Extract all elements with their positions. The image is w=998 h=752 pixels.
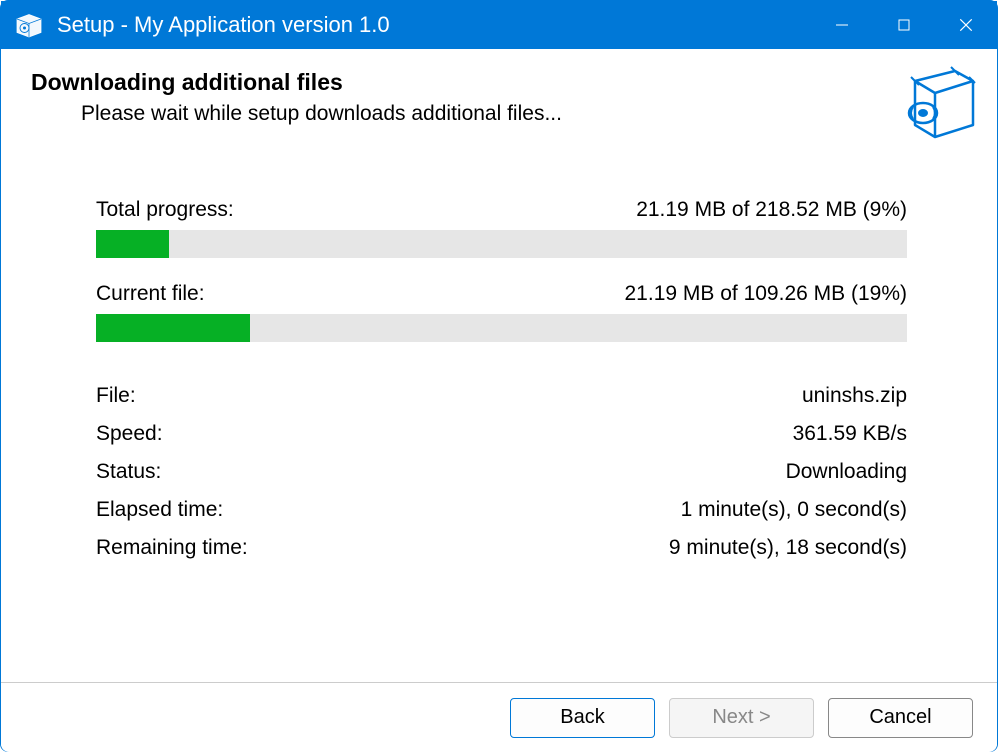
setup-box-icon: [885, 63, 977, 148]
info-rows: File: uninshs.zip Speed: 361.59 KB/s Sta…: [96, 384, 907, 560]
footer: Back Next > Cancel: [1, 682, 997, 752]
current-progress-bar: [96, 314, 907, 342]
speed-value: 361.59 KB/s: [793, 422, 907, 446]
header-area: Downloading additional files Please wait…: [1, 49, 997, 138]
current-file-value: 21.19 MB of 109.26 MB (19%): [625, 282, 908, 306]
total-progress-block: Total progress: 21.19 MB of 218.52 MB (9…: [96, 198, 907, 258]
minimize-button[interactable]: [811, 1, 873, 49]
next-button: Next >: [669, 698, 814, 738]
remaining-value: 9 minute(s), 18 second(s): [669, 536, 907, 560]
status-value: Downloading: [786, 460, 907, 484]
current-file-label: Current file:: [96, 282, 205, 306]
total-progress-bar: [96, 230, 907, 258]
remaining-label: Remaining time:: [96, 536, 248, 560]
content-area: Total progress: 21.19 MB of 218.52 MB (9…: [1, 138, 997, 594]
close-button[interactable]: [935, 1, 997, 49]
cancel-button[interactable]: Cancel: [828, 698, 973, 738]
status-label: Status:: [96, 460, 161, 484]
elapsed-value: 1 minute(s), 0 second(s): [681, 498, 907, 522]
titlebar: Setup - My Application version 1.0: [1, 1, 997, 49]
total-progress-fill: [96, 230, 169, 258]
total-progress-label: Total progress:: [96, 198, 234, 222]
elapsed-label: Elapsed time:: [96, 498, 223, 522]
file-value: uninshs.zip: [802, 384, 907, 408]
total-progress-value: 21.19 MB of 218.52 MB (9%): [636, 198, 907, 222]
current-progress-fill: [96, 314, 250, 342]
page-subheading: Please wait while setup downloads additi…: [31, 102, 967, 126]
page-heading: Downloading additional files: [31, 69, 967, 96]
app-icon: [13, 9, 45, 41]
maximize-button[interactable]: [873, 1, 935, 49]
current-progress-block: Current file: 21.19 MB of 109.26 MB (19%…: [96, 282, 907, 342]
window-controls: [811, 1, 997, 49]
file-label: File:: [96, 384, 136, 408]
window-title: Setup - My Application version 1.0: [57, 12, 811, 38]
back-button[interactable]: Back: [510, 698, 655, 738]
speed-label: Speed:: [96, 422, 163, 446]
